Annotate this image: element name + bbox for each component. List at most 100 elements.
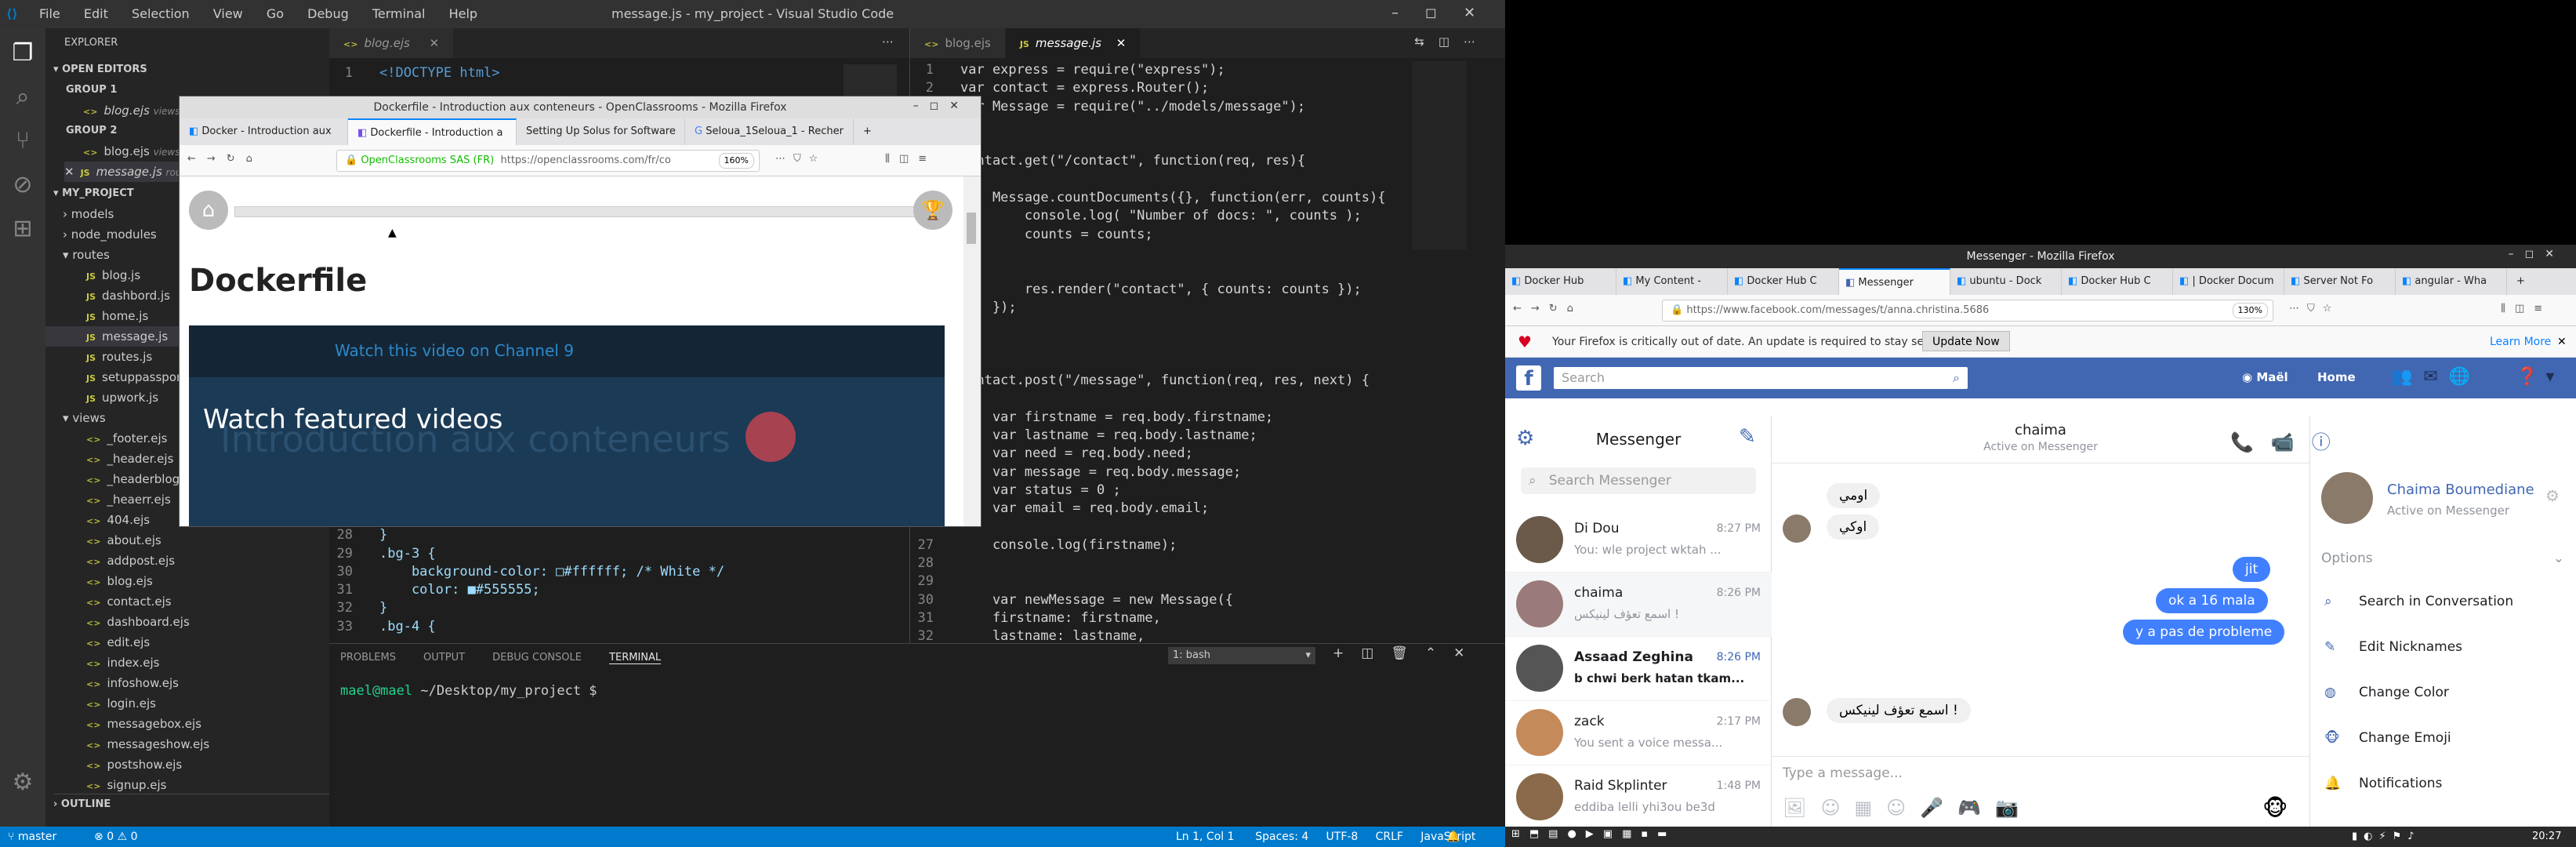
file-item[interactable]: <> addpost.ejs — [45, 551, 329, 571]
cursor-position[interactable]: Ln 1, Col 1 — [1176, 831, 1235, 843]
code-line[interactable]: 31 color: ■#555555; — [329, 581, 724, 599]
conversation-item[interactable]: Raid Skplinter 1:48 PM eddiba lelli yhi3… — [1505, 765, 1772, 827]
close-icon[interactable]: ✕ — [2557, 326, 2567, 358]
menu-go[interactable]: Go — [267, 6, 284, 21]
ff1-tab[interactable]: Setting Up Solus for Software — [517, 118, 685, 145]
video-link[interactable]: Watch this video on Channel 9 — [335, 341, 574, 360]
tab-problems[interactable]: PROBLEMS — [340, 652, 396, 663]
search-messenger-input[interactable]: ⌕ Search Messenger — [1521, 467, 1756, 494]
tab-debug-console[interactable]: DEBUG CONSOLE — [492, 652, 582, 663]
toolbar-icons[interactable]: ⫼◫≡ — [885, 153, 936, 165]
zoom-badge[interactable]: 130% — [2232, 303, 2268, 318]
nav-buttons-icon[interactable]: ←→↻⌂ — [1513, 303, 1583, 314]
ff2-tab[interactable]: ◧ | Docker Docum — [2173, 268, 2284, 295]
code-line[interactable]: 30 background-color: □#ffffff; /* White … — [329, 563, 725, 581]
tab-blog-ejs-right[interactable]: <> blog.ejs — [910, 28, 1006, 58]
code-line[interactable]: 1 var express = require("express"); — [910, 61, 1385, 79]
file-item[interactable]: <> infoshow.ejs — [45, 673, 329, 693]
tab-blog-ejs[interactable]: <> blog.ejs ✕ — [329, 28, 455, 58]
ff1-scrollbar[interactable] — [963, 176, 981, 526]
facebook-logo-icon[interactable]: f — [1516, 365, 1541, 391]
tab-message-js[interactable]: JS message.js ✕ — [1005, 28, 1141, 58]
page-actions-icon[interactable]: ⋯⛉☆ — [2289, 303, 2339, 314]
composer-tools-icons[interactable]: 🖼☺▦☺🎤🎮📷 — [1783, 797, 2033, 819]
conversation-item[interactable]: chaima 8:26 PM اسمع تعؤف لينيكس ! — [1505, 573, 1772, 637]
open-editors-header[interactable]: ▾ OPEN EDITORS — [53, 60, 147, 80]
ff1-tab[interactable]: ◧ Docker - Introduction aux — [180, 118, 348, 145]
code-line[interactable]: 30 var newMessage = new Message({ — [910, 591, 1385, 609]
new-tab-button[interactable]: + — [2507, 268, 2538, 295]
notification-icons[interactable]: 👥✉🌐 — [2391, 367, 2481, 387]
zoom-badge[interactable]: 160% — [718, 153, 754, 169]
compose-icon[interactable]: ✎ — [1739, 425, 1756, 449]
outline-header[interactable]: › OUTLINE — [53, 794, 329, 814]
branch-status[interactable]: ⑂ master — [8, 827, 56, 847]
scrollbar-thumb[interactable] — [967, 213, 976, 244]
problems-status[interactable]: ⊗ 0 ⚠ 0 — [94, 827, 137, 847]
profile-name[interactable]: Chaima Boumediane — [2387, 482, 2534, 498]
emoji-button-icon[interactable]: 🐵 — [2262, 795, 2288, 821]
gear-icon[interactable]: ⚙ — [2545, 486, 2560, 505]
options-header[interactable]: Options ⌄ — [2321, 551, 2564, 566]
panel-actions-icon[interactable]: +◫🗑⌃✕ — [1333, 645, 1482, 661]
file-item[interactable]: <> login.ejs — [45, 693, 329, 714]
ff1-tab[interactable]: G Seloua_1Seloua_1 - Recher — [685, 118, 854, 145]
file-item[interactable]: <> about.ejs — [45, 530, 329, 551]
file-item[interactable]: <> messageshow.ejs — [45, 734, 329, 754]
bell-icon[interactable]: 🔔 — [1446, 827, 1460, 847]
file-item[interactable]: <> blog.ejs — [45, 571, 329, 591]
window-controls[interactable]: –◻✕ — [1391, 5, 1502, 21]
menu-help[interactable]: Help — [449, 6, 477, 21]
conversation-item[interactable]: Di Dou 8:27 PM You: wle project wktah ..… — [1505, 508, 1772, 573]
close-icon[interactable]: ✕ — [64, 165, 74, 179]
home-link[interactable]: Home — [2317, 370, 2356, 384]
toolbar-icons[interactable]: ⫼◫≡ — [2501, 303, 2552, 314]
option-item[interactable]: ✎ Edit Nicknames — [2324, 624, 2567, 670]
profile-link[interactable]: ◉ Maël — [2242, 370, 2288, 384]
file-item[interactable]: <> index.ejs — [45, 653, 329, 673]
ff1-tab-active[interactable]: ◧ Dockerfile - Introduction a — [348, 118, 517, 145]
open-editor-item[interactable]: <> blog.ejs views — [83, 141, 180, 162]
ff2-tab[interactable]: ◧ My Content - — [1616, 268, 1728, 295]
open-editor-item[interactable]: <> blog.ejs views — [83, 100, 180, 121]
code-line[interactable]: 31 firstname: firstname, — [910, 609, 1385, 627]
source-control-icon[interactable]: ⑂ — [7, 125, 38, 157]
conversation-item[interactable]: Assaad Zeghina 8:26 PM b chwi berk hatan… — [1505, 637, 1772, 701]
menu-edit[interactable]: Edit — [84, 6, 108, 21]
code-line[interactable]: 29 .bg-3 { — [329, 545, 724, 563]
file-item[interactable]: <> messagebox.ejs — [45, 714, 329, 734]
option-item[interactable]: ◍ Change Color — [2324, 670, 2567, 715]
close-icon[interactable]: ✕ — [1116, 36, 1127, 50]
menu-view[interactable]: View — [213, 6, 243, 21]
debug-icon[interactable]: ⊘ — [7, 169, 38, 201]
nav-buttons-icon[interactable]: ←→↻⌂ — [187, 153, 263, 165]
ff2-tab[interactable]: ◧ Docker Hub C — [1728, 268, 1839, 295]
extensions-icon[interactable]: ⊞ — [7, 213, 38, 245]
search-icon[interactable]: ⌕ — [1953, 367, 1960, 389]
terminal-prompt[interactable]: mael@mael ~/Desktop/my_project $ — [340, 683, 597, 699]
learn-more-link[interactable]: Learn More — [2490, 326, 2551, 358]
url-bar[interactable]: 🔒 OpenClassrooms SAS (FR) https://opencl… — [336, 150, 760, 172]
code-line[interactable]: 27 console.log(firstname); — [910, 536, 1385, 554]
tab-output[interactable]: OUTPUT — [423, 652, 465, 663]
page-actions-icon[interactable]: ⋯⛉☆ — [775, 153, 825, 165]
code-line[interactable]: 1 <!DOCTYPE html> — [329, 64, 500, 82]
menu-selection[interactable]: Selection — [132, 6, 190, 21]
new-tab-button[interactable]: + — [854, 118, 885, 145]
code-line[interactable]: 28 — [910, 554, 1385, 573]
file-item[interactable]: <> signup.ejs — [45, 775, 329, 795]
line-ending[interactable]: CRLF — [1376, 831, 1403, 843]
file-item[interactable]: <> postshow.ejs — [45, 754, 329, 775]
ff2-tab[interactable]: ◧ Docker Hub C — [2062, 268, 2173, 295]
search-icon[interactable]: ⌕ — [7, 82, 38, 113]
menu-file[interactable]: File — [39, 6, 60, 21]
ff2-tab[interactable]: ◧ Messenger — [1839, 268, 1950, 295]
tab-terminal[interactable]: TERMINAL — [609, 652, 662, 664]
taskbar-app-icons[interactable]: ⊞⬒▤●▶▣▦▪▬ — [1511, 828, 1676, 840]
ff2-tab[interactable]: ◧ angular - Wha — [2396, 268, 2507, 295]
more-actions-icon[interactable]: ⋯ — [882, 35, 894, 49]
video-player[interactable]: Watch this video on Channel 9 Introducti… — [189, 325, 945, 526]
ff2-tab[interactable]: ◧ Server Not Fo — [2284, 268, 2396, 295]
code-block-left[interactable]: 27 color: ■black;28}29.bg-3 {30 backgrou… — [329, 508, 725, 636]
gear-icon[interactable]: ⚙ — [7, 767, 38, 798]
